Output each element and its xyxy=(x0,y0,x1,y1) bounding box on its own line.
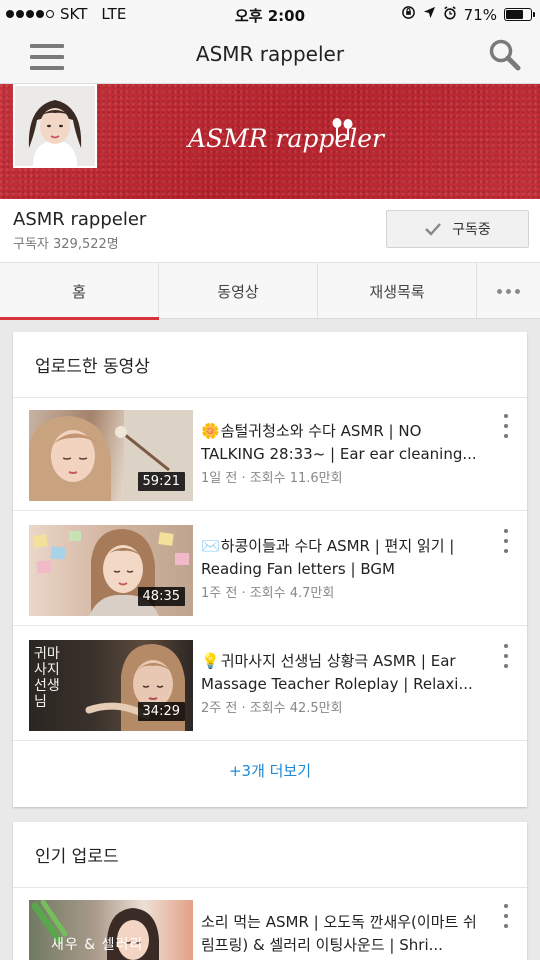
uploads-card: 업로드한 동영상 59:21 🌼솜털귀청소와 수다 ASMR | NO TALK… xyxy=(13,332,527,807)
app-title: ASMR rappeler xyxy=(195,42,345,66)
more-options-icon[interactable] xyxy=(501,529,511,553)
envelope-icon: ✉️ xyxy=(201,537,220,555)
channel-banner: ASMR rappeler xyxy=(0,84,540,199)
more-options-icon[interactable] xyxy=(501,414,511,438)
thumbnail-overlay-text: 귀마사지 선생님 xyxy=(34,646,60,710)
status-right: 71% xyxy=(401,5,535,24)
more-options-icon[interactable] xyxy=(501,644,511,668)
video-thumbnail[interactable]: 귀마사지 선생님 34:29 xyxy=(29,640,193,731)
check-icon xyxy=(425,223,442,236)
flower-icon: 🌼 xyxy=(201,422,220,440)
more-horizontal-icon xyxy=(497,288,520,294)
location-arrow-icon xyxy=(423,6,436,23)
video-title[interactable]: 💡귀마사지 선생님 상황극 ASMR | Ear Massage Teacher… xyxy=(201,650,483,696)
channel-name: ASMR rappeler xyxy=(13,209,147,230)
channel-info: ASMR rappeler 구독자 329,522명 구독중 xyxy=(0,199,540,262)
video-row[interactable]: 새우 & 셀러리 소리 먹는 ASMR | 오도독 깐새우(이마트 쉬림프링) … xyxy=(13,887,527,960)
subscriber-count: 구독자 329,522명 xyxy=(13,237,119,252)
search-icon[interactable] xyxy=(488,38,522,72)
status-bar: SKT LTE 오후 2:00 71% xyxy=(0,0,540,28)
popular-uploads-card: 인기 업로드 새우 & 셀러리 소리 먹는 ASMR | 오도독 깐새우(이마트… xyxy=(13,822,527,960)
alarm-clock-icon xyxy=(443,5,457,24)
video-title[interactable]: 🌼솜털귀청소와 수다 ASMR | NO TALKING 28:33~ | Ea… xyxy=(201,420,483,466)
video-title-text: 귀마사지 선생님 상황극 ASMR | Ear Massage Teacher … xyxy=(201,652,473,693)
tab-videos[interactable]: 동영상 xyxy=(159,263,318,319)
battery-icon xyxy=(504,8,535,21)
subscribed-button[interactable]: 구독중 xyxy=(386,210,529,248)
show-more-link[interactable]: +3개 더보기 xyxy=(13,760,527,781)
video-duration: 34:29 xyxy=(137,702,185,721)
video-duration: 48:35 xyxy=(137,587,185,606)
rotation-lock-icon xyxy=(401,5,416,24)
subscribed-label: 구독중 xyxy=(452,222,491,238)
channel-avatar[interactable] xyxy=(13,84,97,168)
tab-home[interactable]: 홈 xyxy=(0,263,159,320)
more-options-icon[interactable] xyxy=(501,904,511,928)
video-thumbnail[interactable]: 새우 & 셀러리 xyxy=(29,900,193,960)
tab-more-icon[interactable] xyxy=(477,263,540,319)
video-title[interactable]: ✉️하콩이들과 수다 ASMR | 편지 읽기 | Reading Fan le… xyxy=(201,535,483,581)
video-row[interactable]: 59:21 🌼솜털귀청소와 수다 ASMR | NO TALKING 28:33… xyxy=(13,397,527,511)
video-duration: 59:21 xyxy=(137,472,185,491)
video-title-text: 솜털귀청소와 수다 ASMR | NO TALKING 28:33~ | Ear… xyxy=(201,422,477,463)
app-bar: ASMR rappeler xyxy=(0,28,540,84)
video-thumbnail[interactable]: 48:35 xyxy=(29,525,193,616)
tab-playlists[interactable]: 재생목록 xyxy=(318,263,477,319)
video-row[interactable]: 48:35 ✉️하콩이들과 수다 ASMR | 편지 읽기 | Reading … xyxy=(13,512,527,626)
uploads-section-title: 업로드한 동영상 xyxy=(35,357,150,377)
battery-fill xyxy=(506,10,524,19)
video-title[interactable]: 소리 먹는 ASMR | 오도독 깐새우(이마트 쉬림프링) & 셀러리 이팅사… xyxy=(201,911,483,957)
hamburger-menu-icon[interactable] xyxy=(30,44,64,70)
lightbulb-icon: 💡 xyxy=(201,652,220,670)
thumbnail-overlay-text: 새우 & 셀러리 xyxy=(51,937,144,953)
earbuds-icon xyxy=(330,116,356,148)
video-thumbnail[interactable]: 59:21 xyxy=(29,410,193,501)
video-row[interactable]: 귀마사지 선생님 34:29 💡귀마사지 선생님 상황극 ASMR | Ear … xyxy=(13,627,527,741)
video-meta: 1주 전 · 조회수 4.7만회 xyxy=(201,586,335,601)
video-title-text: 하콩이들과 수다 ASMR | 편지 읽기 | Reading Fan lett… xyxy=(201,537,455,578)
video-meta: 1일 전 · 조회수 11.6만회 xyxy=(201,471,343,486)
popular-section-title: 인기 업로드 xyxy=(35,847,119,867)
channel-tabs: 홈 동영상 재생목록 xyxy=(0,262,540,320)
video-meta: 2주 전 · 조회수 42.5만회 xyxy=(201,701,343,716)
battery-percent: 71% xyxy=(463,5,497,24)
